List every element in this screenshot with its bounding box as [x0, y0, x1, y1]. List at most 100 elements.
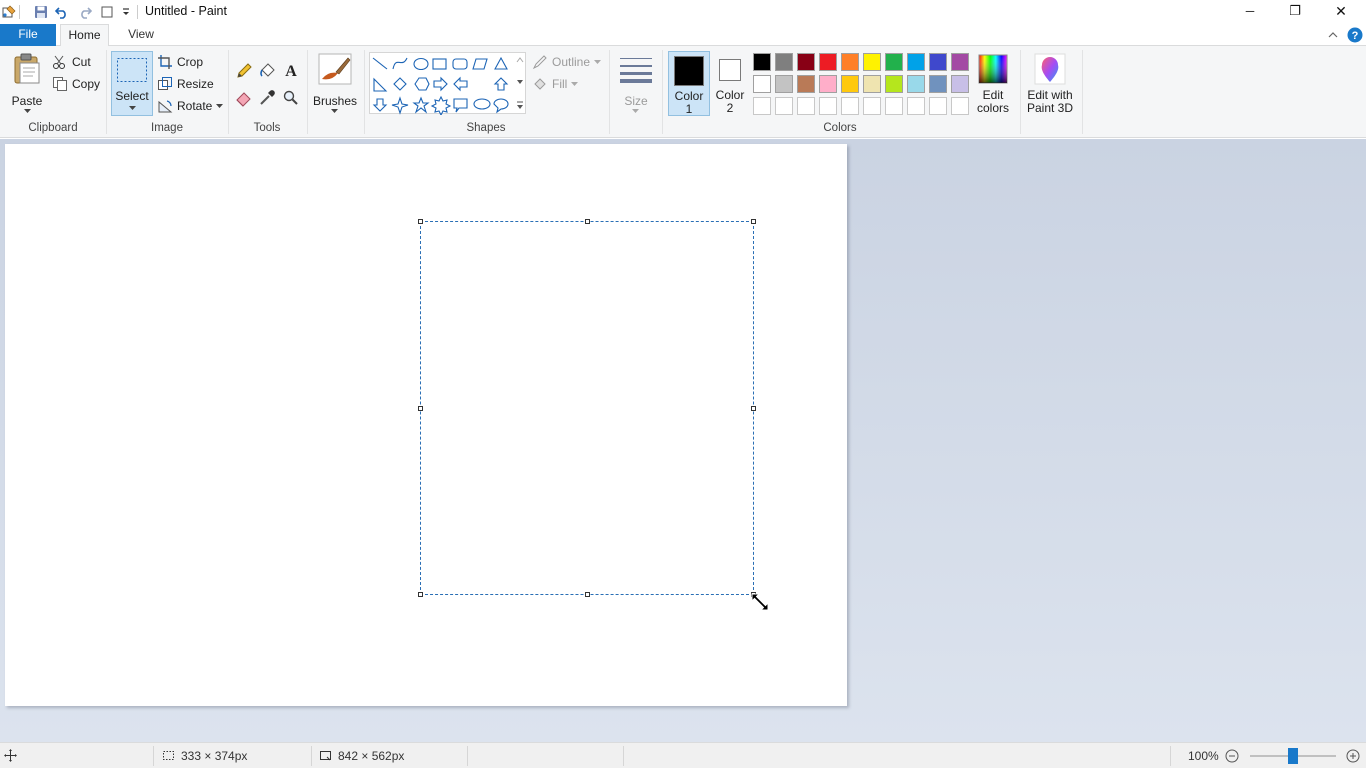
palette-swatch[interactable] — [907, 75, 925, 93]
collapse-ribbon-icon[interactable] — [1326, 28, 1340, 42]
color-picker-icon[interactable] — [258, 89, 276, 107]
palette-swatch[interactable] — [797, 75, 815, 93]
zoom-in-icon[interactable] — [1346, 749, 1360, 763]
zoom-level-display: 100% — [1188, 743, 1219, 768]
resize-button[interactable]: Resize — [157, 74, 214, 94]
color1-swatch — [674, 56, 704, 86]
palette-swatch[interactable] — [929, 75, 947, 93]
palette-swatch[interactable] — [775, 75, 793, 93]
paint-app-icon[interactable] — [0, 3, 18, 21]
select-dropdown-icon — [129, 106, 136, 110]
edit-with-paint3d-button[interactable]: Edit with Paint 3D — [1024, 51, 1076, 116]
group-separator — [228, 50, 229, 134]
zoom-slider-thumb[interactable] — [1288, 748, 1298, 764]
selection-handle-top-right[interactable] — [751, 219, 756, 224]
palette-swatch[interactable] — [951, 75, 969, 93]
palette-swatch[interactable] — [819, 75, 837, 93]
selection-handle-bottom-left[interactable] — [418, 592, 423, 597]
magnifier-icon[interactable] — [282, 89, 300, 107]
size-dropdown-icon — [632, 109, 639, 113]
palette-swatch[interactable] — [907, 53, 925, 71]
redo-icon[interactable] — [76, 3, 94, 21]
rotate-icon — [158, 100, 173, 113]
selection-handle-left[interactable] — [418, 406, 423, 411]
copy-button[interactable]: Copy — [52, 74, 100, 94]
canvas-work-area[interactable] — [0, 139, 1366, 742]
selection-handle-top[interactable] — [585, 219, 590, 224]
palette-swatch[interactable] — [753, 75, 771, 93]
minimize-button[interactable]: ─ — [1227, 0, 1273, 22]
save-icon[interactable] — [32, 3, 50, 21]
brushes-button[interactable]: Brushes — [312, 50, 358, 116]
ribbon-tabs: File Home View ? — [0, 24, 1366, 47]
palette-swatch[interactable] — [797, 53, 815, 71]
canvas-size-icon — [320, 751, 331, 761]
custom-color-slot[interactable] — [797, 97, 815, 115]
eraser-icon[interactable] — [235, 89, 253, 107]
fill-bucket-icon[interactable] — [258, 62, 276, 80]
custom-color-slot[interactable] — [929, 97, 947, 115]
custom-color-slot[interactable] — [885, 97, 903, 115]
help-icon[interactable]: ? — [1347, 27, 1363, 43]
palette-swatch[interactable] — [885, 53, 903, 71]
edit-colors-line2: colors — [976, 101, 1009, 115]
edit-colors-button[interactable]: Edit colors — [974, 51, 1012, 116]
text-icon[interactable]: A — [282, 61, 300, 80]
palette-swatch[interactable] — [863, 75, 881, 93]
status-divider — [153, 746, 154, 766]
restore-button[interactable]: ❐ — [1272, 0, 1318, 22]
custom-color-slot[interactable] — [863, 97, 881, 115]
close-button[interactable]: ✕ — [1318, 0, 1364, 22]
pencil-icon[interactable] — [235, 62, 253, 80]
palette-swatch[interactable] — [929, 53, 947, 71]
palette-swatch[interactable] — [863, 53, 881, 71]
palette-swatch[interactable] — [885, 75, 903, 93]
custom-color-slot[interactable] — [819, 97, 837, 115]
new-file-icon[interactable] — [98, 3, 116, 21]
window-title: Untitled - Paint — [145, 4, 227, 18]
group-separator — [307, 50, 308, 134]
selection-size-display: 333 × 374px — [162, 743, 247, 768]
custom-color-slot[interactable] — [753, 97, 771, 115]
cut-button[interactable]: Cut — [52, 52, 91, 72]
custom-color-slot[interactable] — [775, 97, 793, 115]
canvas-size-text: 842 × 562px — [338, 748, 405, 763]
color1-button[interactable]: Color 1 — [668, 51, 710, 116]
palette-swatch[interactable] — [753, 53, 771, 71]
palette-swatch[interactable] — [841, 53, 859, 71]
palette-swatch[interactable] — [951, 53, 969, 71]
brushes-dropdown-icon — [331, 109, 338, 113]
selection-handle-bottom[interactable] — [585, 592, 590, 597]
undo-icon[interactable] — [53, 3, 71, 21]
size-label: Size — [624, 94, 648, 108]
palette-swatch[interactable] — [819, 53, 837, 71]
zoom-out-icon[interactable] — [1225, 749, 1239, 763]
selection-handle-right[interactable] — [751, 406, 756, 411]
tab-home[interactable]: Home — [60, 24, 109, 47]
custom-color-slot[interactable] — [841, 97, 859, 115]
select-button[interactable]: Select — [111, 51, 153, 116]
selection-rectangle[interactable] — [418, 219, 756, 597]
paste-label: Paste — [11, 94, 43, 108]
drawing-canvas[interactable] — [5, 144, 847, 706]
tab-view[interactable]: View — [117, 24, 165, 46]
tab-file[interactable]: File — [0, 24, 56, 46]
paint3d-label-line2: Paint 3D — [1026, 101, 1074, 115]
customize-quick-access-icon[interactable] — [117, 3, 135, 21]
palette-swatch[interactable] — [775, 53, 793, 71]
fill-button[interactable]: Fill — [532, 74, 579, 94]
svg-text:?: ? — [1352, 30, 1359, 42]
selection-handle-top-left[interactable] — [418, 219, 423, 224]
outline-button[interactable]: Outline — [532, 52, 602, 72]
custom-color-slot[interactable] — [951, 97, 969, 115]
size-button[interactable]: Size — [615, 50, 657, 116]
palette-swatch[interactable] — [841, 75, 859, 93]
custom-color-slot[interactable] — [907, 97, 925, 115]
paste-dropdown-icon — [24, 109, 31, 113]
rotate-button[interactable]: Rotate — [157, 96, 224, 116]
color2-swatch — [719, 59, 741, 81]
paste-button[interactable]: Paste — [8, 50, 46, 114]
color2-button[interactable]: Color 2 — [712, 51, 748, 116]
crop-button[interactable]: Crop — [157, 52, 203, 72]
color1-label-line2: 1 — [685, 102, 693, 116]
